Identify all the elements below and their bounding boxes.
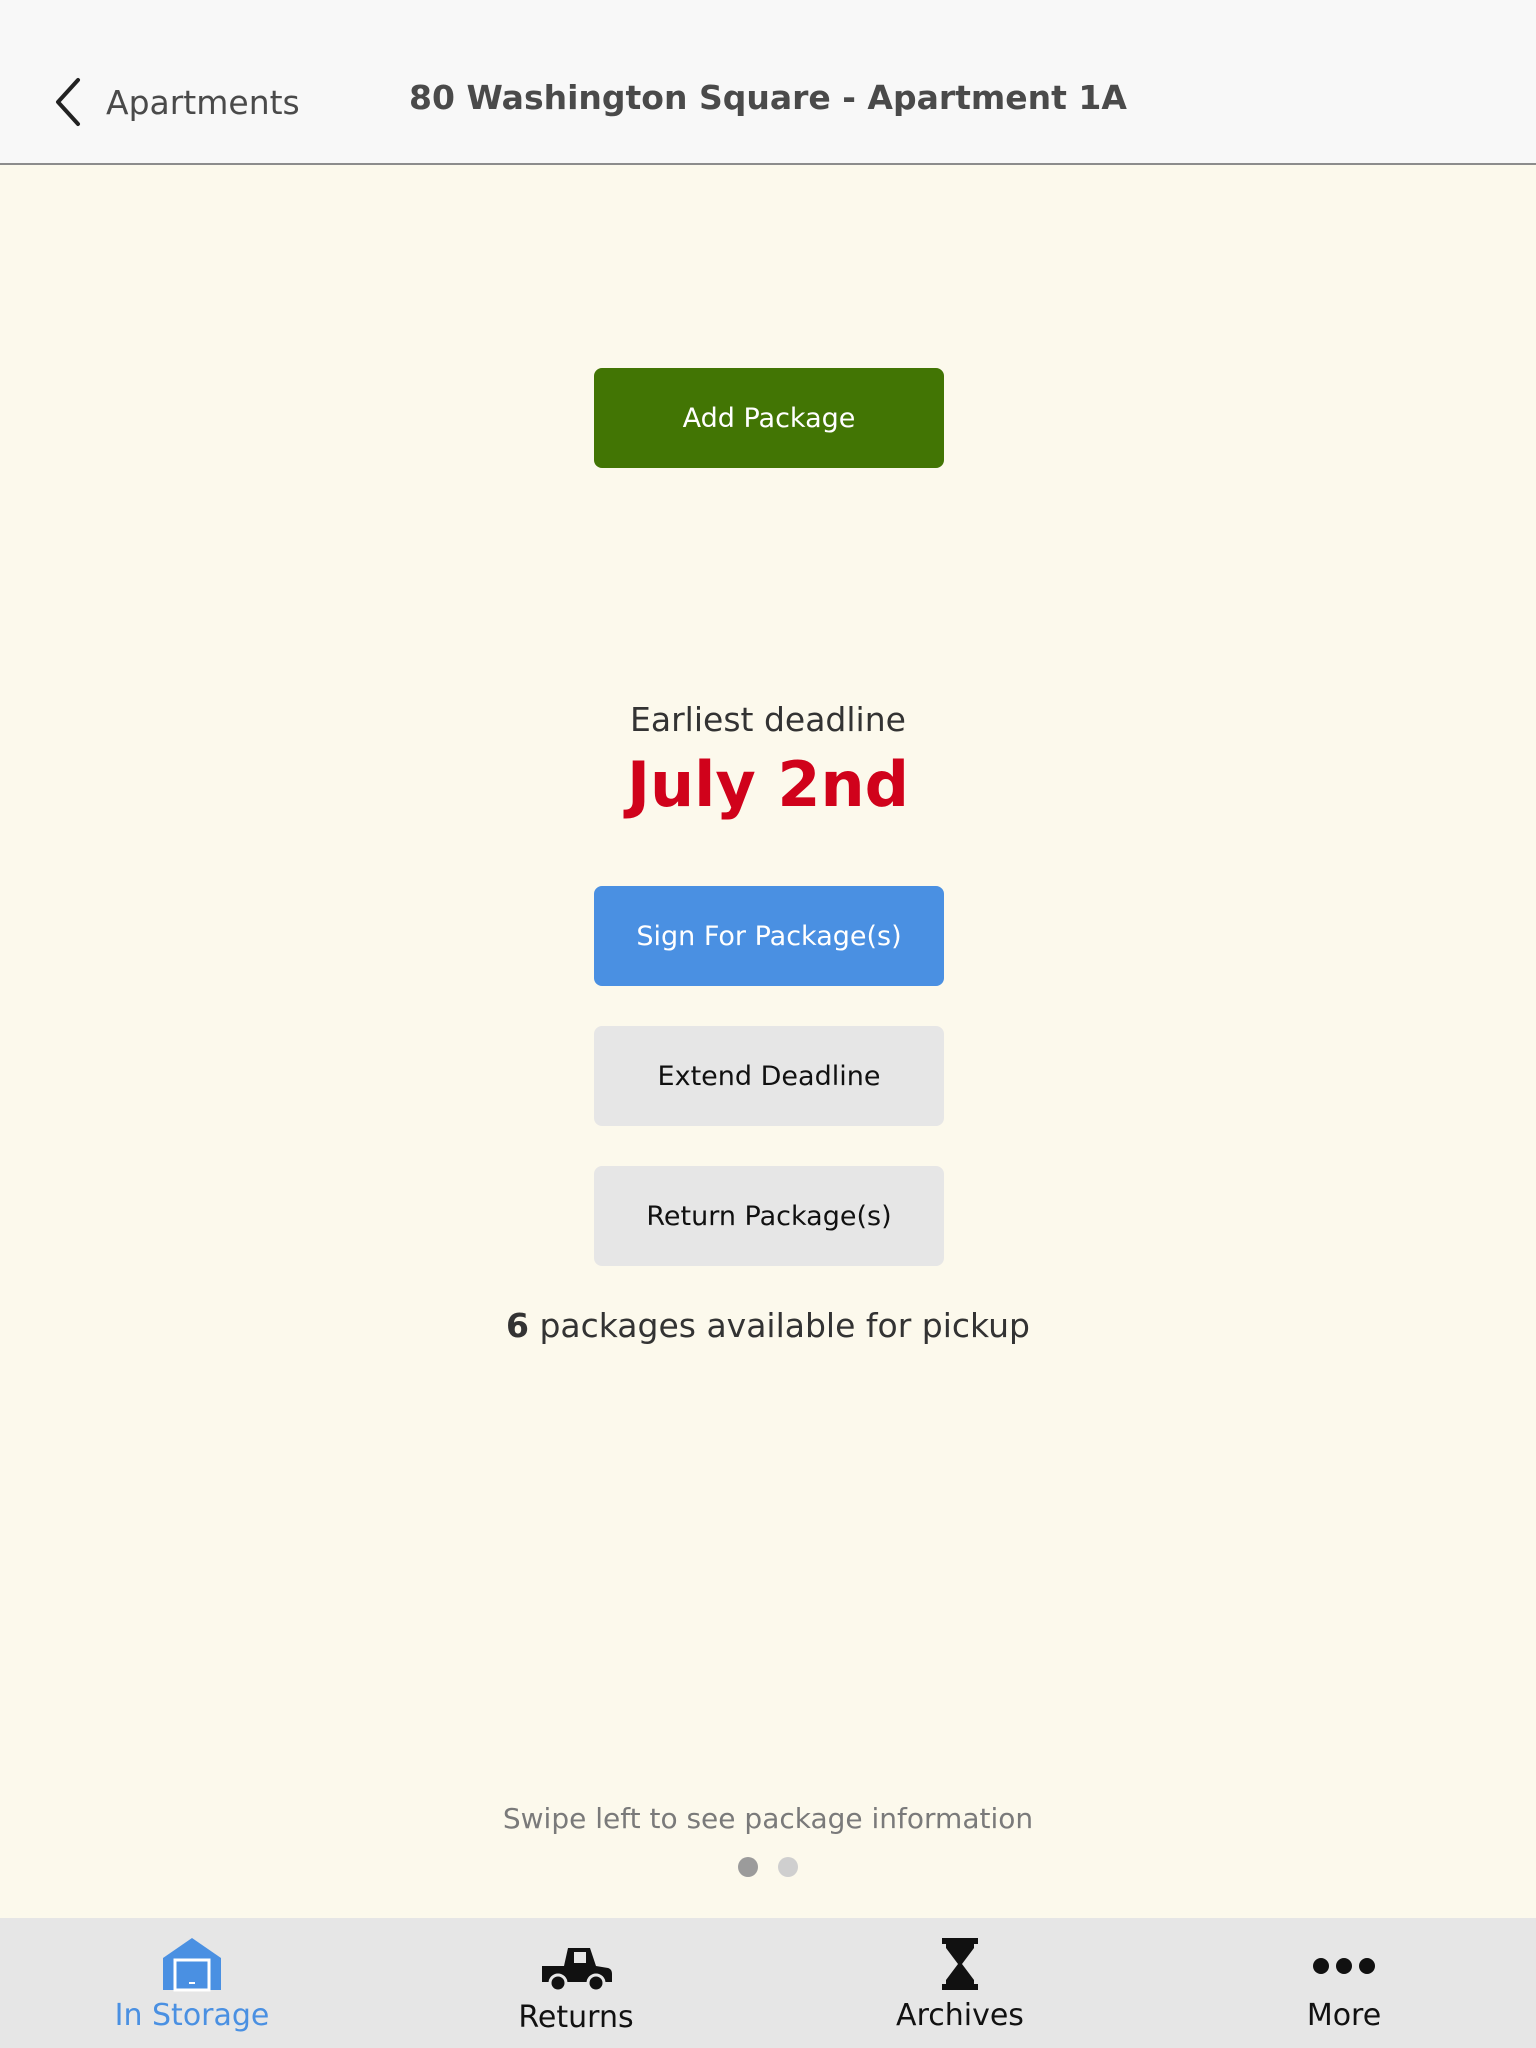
tab-bar: In Storage Returns Archives More xyxy=(0,1918,1536,2048)
page-dot-2[interactable] xyxy=(778,1857,798,1877)
chevron-left-icon xyxy=(56,78,80,126)
page-dot-1[interactable] xyxy=(738,1857,758,1877)
truck-icon xyxy=(542,1948,612,1993)
pickup-count: 6 xyxy=(506,1306,529,1345)
deadline-label: Earliest deadline xyxy=(630,700,906,739)
tab-label-returns: Returns xyxy=(518,2000,634,2035)
hourglass-icon xyxy=(942,1938,978,1990)
swipe-hint: Swipe left to see package information xyxy=(502,1802,1034,1835)
pickup-text: packages available for pickup xyxy=(528,1306,1030,1345)
tab-in-storage[interactable]: In Storage xyxy=(0,1918,384,2048)
sign-for-packages-button[interactable]: Sign For Package(s) xyxy=(594,886,944,986)
tab-label-in-storage: In Storage xyxy=(114,1998,270,2033)
deadline-date: July 2nd xyxy=(626,748,910,821)
back-button[interactable]: Apartments xyxy=(50,72,300,132)
tab-returns[interactable]: Returns xyxy=(384,1918,768,2048)
navigation-bar: Apartments 80 Washington Square - Apartm… xyxy=(0,0,1536,165)
package-detail-screen: Apartments 80 Washington Square - Apartm… xyxy=(0,0,1536,2048)
tab-label-more: More xyxy=(1306,1998,1382,2033)
page-indicator xyxy=(0,1857,1536,1877)
ellipsis-icon xyxy=(1313,1958,1375,1974)
tab-more[interactable]: More xyxy=(1152,1918,1536,2048)
return-packages-button[interactable]: Return Package(s) xyxy=(594,1166,944,1266)
back-label: Apartments xyxy=(106,82,300,122)
tab-label-archives: Archives xyxy=(896,1998,1024,2033)
garage-icon xyxy=(163,1938,221,1992)
add-package-button[interactable]: Add Package xyxy=(594,368,944,468)
tab-archives[interactable]: Archives xyxy=(768,1918,1152,2048)
pickup-summary: 6 packages available for pickup xyxy=(0,1306,1536,1345)
page-title: 80 Washington Square - Apartment 1A xyxy=(409,78,1127,117)
extend-deadline-button[interactable]: Extend Deadline xyxy=(594,1026,944,1126)
